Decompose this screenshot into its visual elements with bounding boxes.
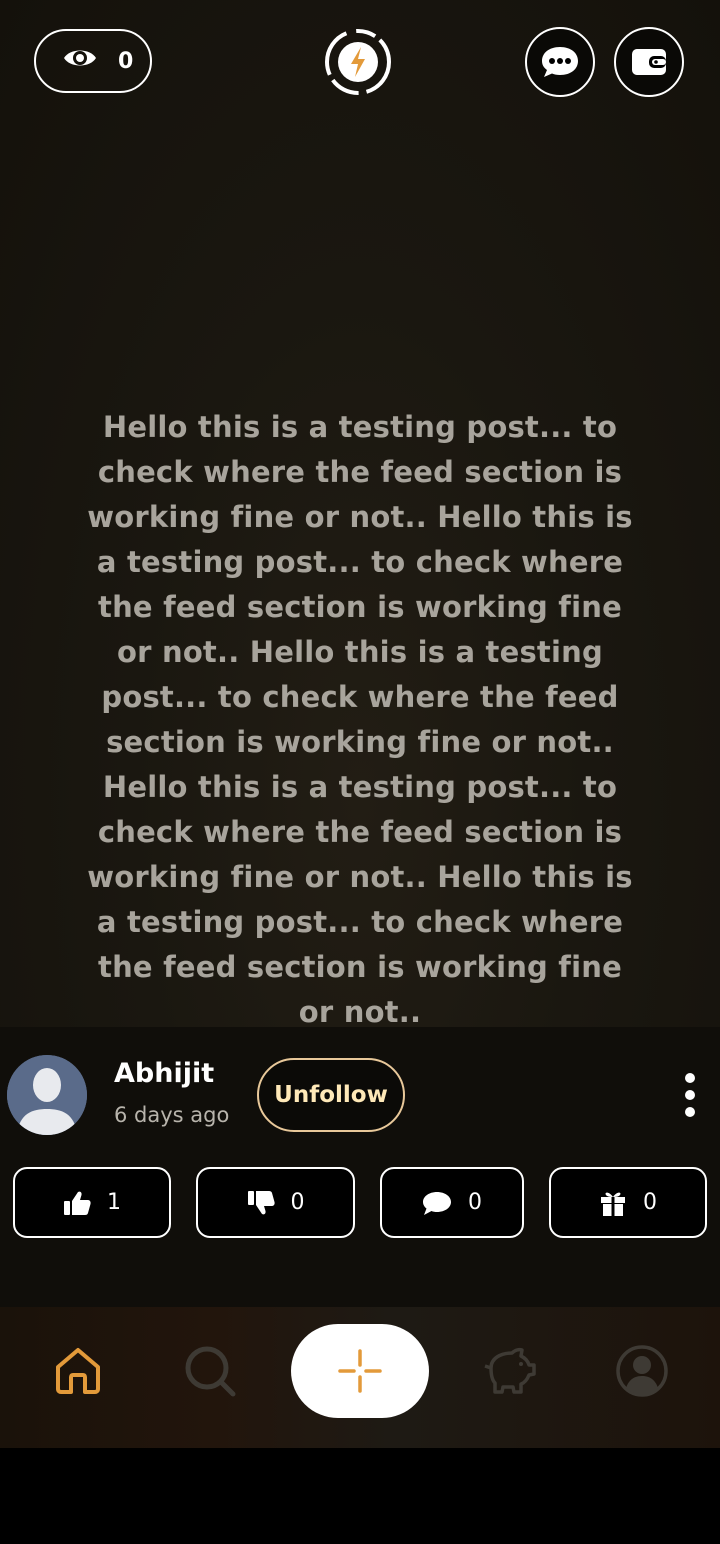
thumbs-down-icon: [247, 1190, 275, 1214]
post-text: Hello this is a testing post... to check…: [87, 410, 633, 1029]
add-icon: [338, 1349, 382, 1393]
dislike-button[interactable]: 0: [196, 1167, 355, 1238]
thumbs-up-icon: [64, 1191, 91, 1215]
author-name[interactable]: Abhijit: [114, 1058, 214, 1089]
wallet-button[interactable]: [614, 27, 684, 97]
nav-home[interactable]: [48, 1340, 108, 1402]
chat-button[interactable]: [525, 27, 595, 97]
comment-button[interactable]: 0: [380, 1167, 524, 1238]
lightning-icon: [325, 29, 391, 95]
more-options-icon[interactable]: [676, 1073, 704, 1117]
nav-savings[interactable]: [480, 1340, 540, 1402]
create-post-button[interactable]: [291, 1324, 429, 1418]
dislike-count: 0: [290, 1190, 305, 1215]
gift-icon: [601, 1192, 625, 1216]
search-icon: [185, 1346, 236, 1397]
feed-screen: 0 Hello this is a testing post... to che…: [0, 0, 720, 1448]
home-icon: [56, 1348, 100, 1394]
views-count: 0: [118, 48, 134, 74]
avatar[interactable]: [7, 1055, 87, 1135]
comment-count: 0: [468, 1190, 482, 1215]
gift-count: 0: [643, 1190, 657, 1215]
user-silhouette-icon: [7, 1055, 87, 1135]
unfollow-button[interactable]: Unfollow: [257, 1058, 405, 1132]
nav-profile[interactable]: [612, 1340, 672, 1402]
like-count: 1: [107, 1190, 121, 1215]
comment-icon: [423, 1191, 451, 1215]
piggy-bank-icon: [484, 1347, 536, 1394]
eye-icon: [62, 46, 98, 76]
boost-button[interactable]: [323, 27, 393, 97]
post-timestamp: 6 days ago: [114, 1103, 230, 1127]
wallet-icon: [632, 49, 666, 75]
profile-icon: [616, 1345, 668, 1397]
like-button[interactable]: 1: [13, 1167, 171, 1238]
views-counter[interactable]: 0: [34, 29, 152, 93]
nav-search[interactable]: [180, 1340, 240, 1402]
gift-button[interactable]: 0: [549, 1167, 707, 1238]
chat-icon: [542, 47, 578, 77]
